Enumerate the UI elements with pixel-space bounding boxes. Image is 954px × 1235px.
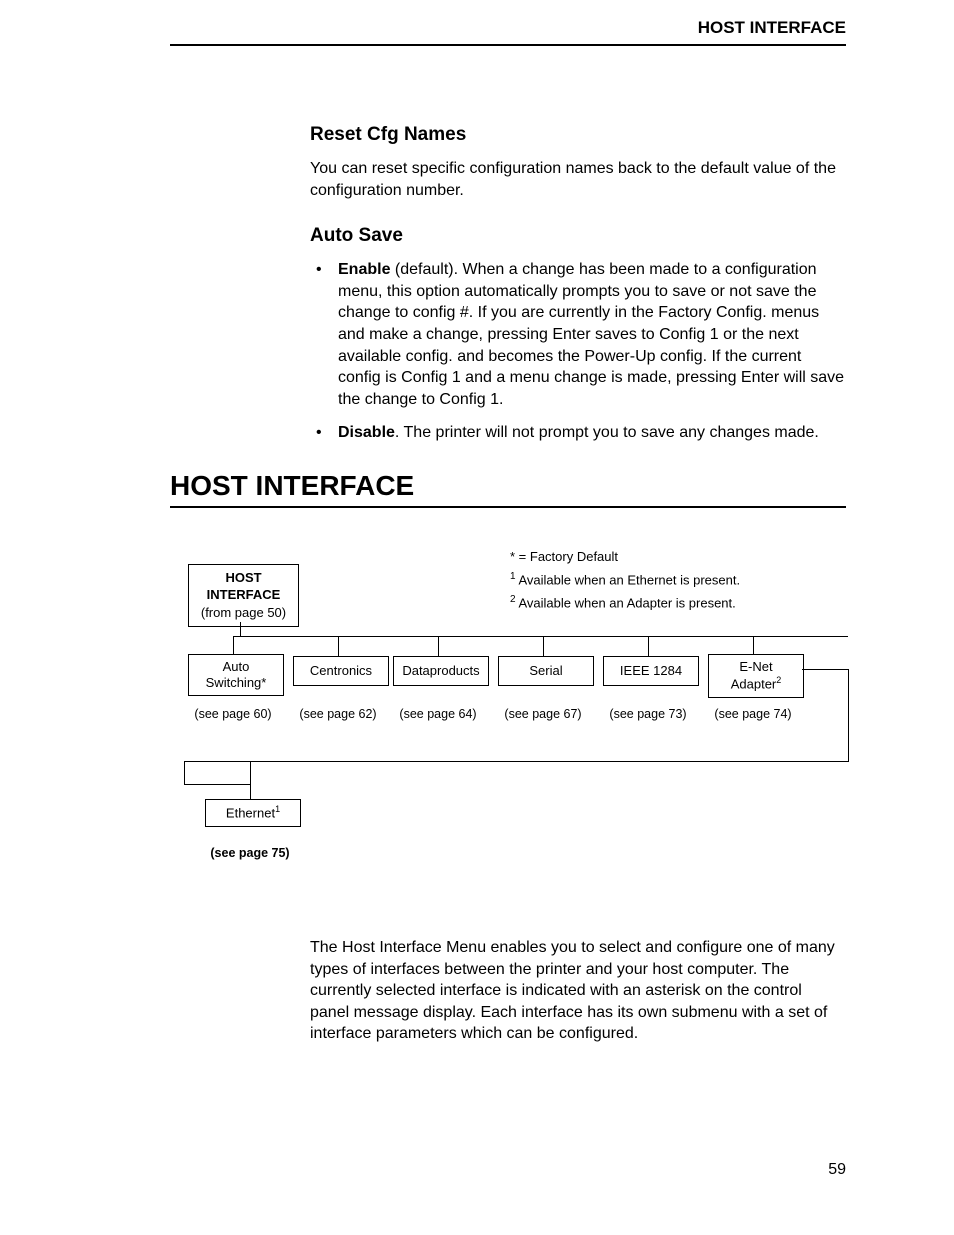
see-serial: (see page 67) [493,707,593,721]
legend-note1: 1 Available when an Ethernet is present. [510,568,740,591]
heading-reset-cfg: Reset Cfg Names [310,124,846,146]
legend-note2: 2 Available when an Adapter is present. [510,591,740,614]
root-from: (from page 50) [191,604,296,622]
banner-host-interface: HOST INTERFACE [170,470,846,502]
heading-auto-save: Auto Save [310,225,846,247]
connector [802,669,848,670]
enet-l2: Adapter [731,677,777,692]
connector [184,761,849,762]
see-enet-adapter: (see page 74) [703,707,803,721]
connector [543,636,544,656]
legend-default: * = Factory Default [510,546,740,568]
tree-node-enet-adapter: E-Net Adapter2 [708,654,804,698]
see-auto-switching: (see page 60) [183,707,283,721]
term-disable: Disable [338,424,395,441]
see-ethernet: (see page 75) [200,846,300,860]
term-enable: Enable [338,261,390,278]
tree-root: HOST INTERFACE (from page 50) [188,564,299,627]
tree-node-dataproducts: Dataproducts [393,656,489,686]
ethernet-sup: 1 [275,804,280,814]
connector [240,622,241,636]
connector [753,636,754,654]
connector [184,761,185,784]
page-number: 59 [828,1161,846,1179]
tree-node-auto-switching: Auto Switching* [188,654,284,697]
tree-node-serial: Serial [498,656,594,686]
root-line2: INTERFACE [191,586,296,604]
banner-rule [170,506,846,508]
connector [848,669,849,761]
connector [250,761,251,799]
closing-para: The Host Interface Menu enables you to s… [310,937,845,1045]
tree-node-centronics: Centronics [293,656,389,686]
menu-tree: * = Factory Default 1 Available when an … [170,544,846,889]
closing-column: The Host Interface Menu enables you to s… [310,937,846,1045]
banner-wrap: HOST INTERFACE [170,470,846,508]
page: HOST INTERFACE Reset Cfg Names You can r… [0,0,954,1235]
para-reset-cfg: You can reset specific configuration nam… [310,158,845,201]
rest-enable: (default). When a change has been made t… [338,261,844,408]
tree-node-ieee1284: IEEE 1284 [603,656,699,686]
bullet-enable: Enable (default). When a change has been… [310,259,846,410]
connector [338,636,339,656]
connector [233,636,848,637]
tree-node-ethernet: Ethernet1 [205,799,301,827]
see-ieee1284: (see page 73) [598,707,698,721]
see-centronics: (see page 62) [288,707,388,721]
connector [184,784,251,785]
root-line1: HOST [191,569,296,587]
content-column: Reset Cfg Names You can reset specific c… [310,124,846,444]
running-head: HOST INTERFACE [170,18,846,38]
ethernet-label: Ethernet [226,805,275,820]
see-dataproducts: (see page 64) [388,707,488,721]
rest-disable: . The printer will not prompt you to sav… [395,424,819,441]
connector [438,636,439,656]
bullet-disable: Disable. The printer will not prompt you… [310,422,846,444]
enet-l1: E-Net [739,659,772,674]
connector [648,636,649,656]
tree-legend: * = Factory Default 1 Available when an … [510,546,740,615]
enet-sup: 2 [776,675,781,685]
bullet-list-auto-save: Enable (default). When a change has been… [310,259,846,444]
connector [233,636,234,654]
head-rule [170,44,846,46]
